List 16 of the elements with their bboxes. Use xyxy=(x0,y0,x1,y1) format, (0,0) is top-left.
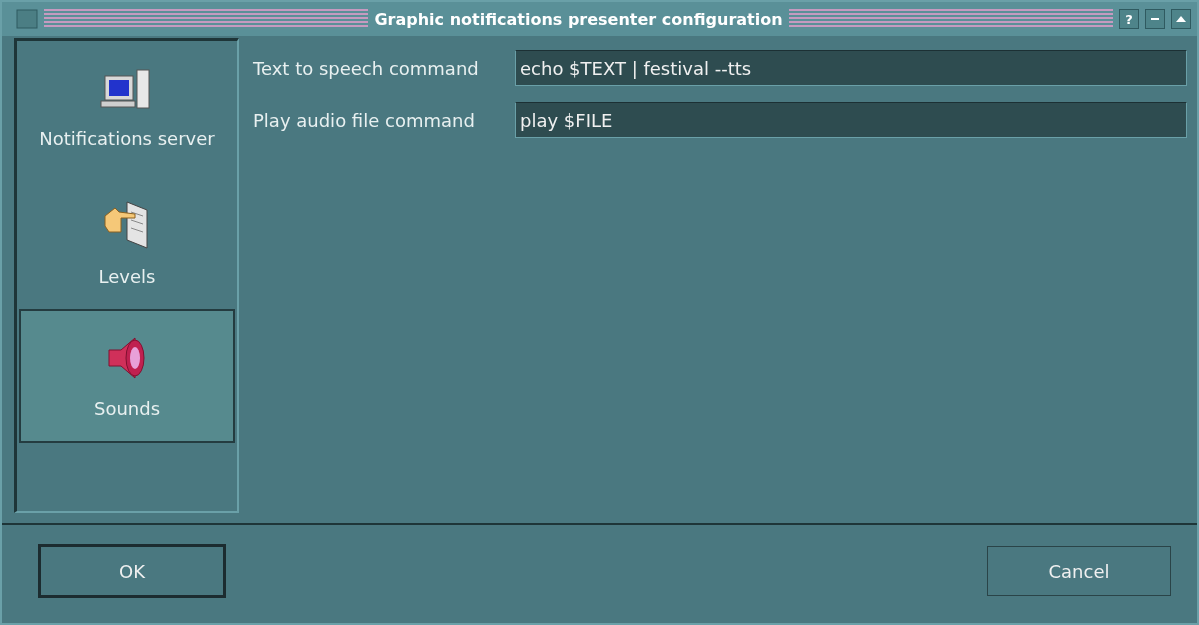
minimize-button[interactable] xyxy=(1145,9,1165,29)
ok-button[interactable]: OK xyxy=(38,544,226,598)
window-title: Graphic notifications presenter configuration xyxy=(374,9,783,29)
sidebar-item-label: Sounds xyxy=(93,397,161,419)
sidebar-item[interactable]: Notifications server xyxy=(19,41,235,175)
field-label: Play audio file command xyxy=(253,109,476,131)
sidebar-item-label: Levels xyxy=(98,265,156,287)
sidebar-item-label: Notifications server xyxy=(39,127,215,149)
help-button[interactable]: ? xyxy=(1119,9,1139,29)
maximize-button[interactable] xyxy=(1171,9,1191,29)
sidebar-item[interactable]: Sounds xyxy=(19,309,235,443)
field-label: Text to speech command xyxy=(253,57,480,79)
sidebar-item[interactable]: Levels xyxy=(19,175,235,309)
input-field[interactable]: play $FILE xyxy=(515,102,1187,138)
input-field[interactable]: echo $TEXT | festival --tts xyxy=(515,50,1187,86)
cancel-button[interactable]: Cancel xyxy=(987,546,1171,596)
